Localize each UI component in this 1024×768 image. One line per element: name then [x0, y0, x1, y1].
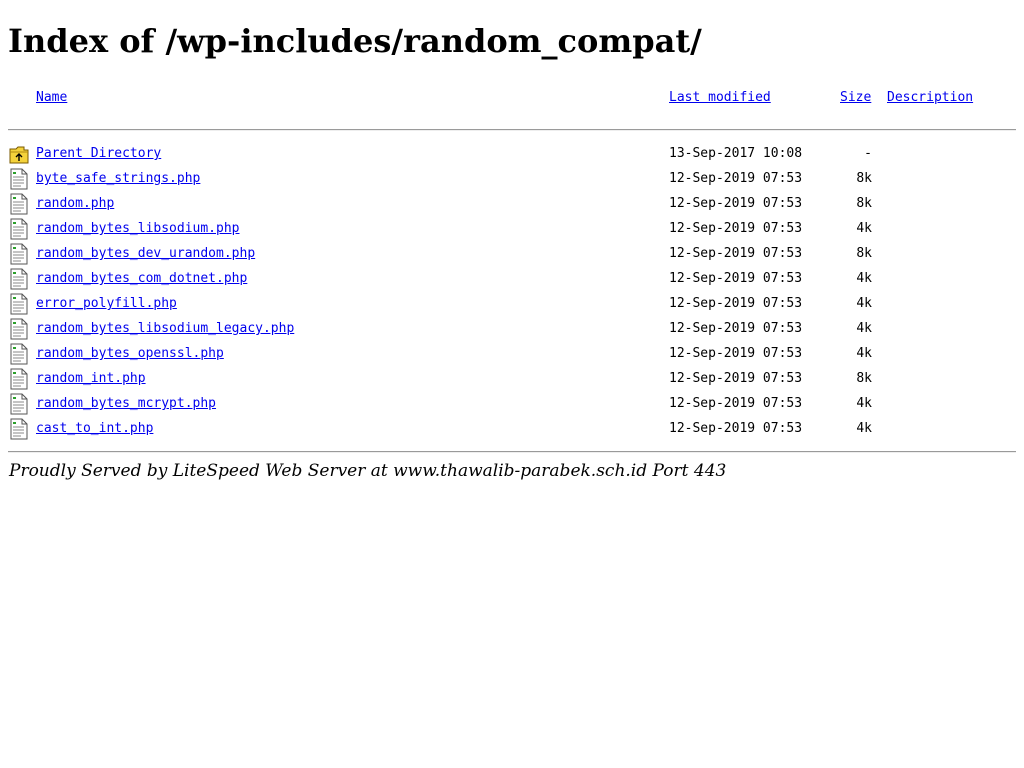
last-modified-cell: 12-Sep-2019 07:53	[669, 171, 803, 186]
text-file-icon	[9, 318, 29, 340]
column-header-size-link[interactable]: Size	[840, 89, 871, 107]
text-file-icon	[9, 418, 29, 440]
file-link[interactable]: random_int.php	[36, 370, 146, 388]
size-cell: 8k	[856, 371, 872, 386]
size-cell: 4k	[856, 321, 872, 336]
file-link[interactable]: random_bytes_mcrypt.php	[36, 395, 216, 413]
table-row: cast_to_int.php 12-Sep-2019 07:53 4k	[0, 418, 1024, 443]
file-link[interactable]: random_bytes_com_dotnet.php	[36, 270, 247, 288]
last-modified-cell: 12-Sep-2019 07:53	[669, 321, 803, 336]
column-header-name-link[interactable]: Name	[36, 89, 67, 107]
table-row: random_bytes_libsodium_legacy.php 12-Sep-…	[0, 318, 1024, 343]
table-row: random_bytes_com_dotnet.php 12-Sep-2019 0…	[0, 268, 1024, 293]
last-modified-cell: 12-Sep-2019 07:53	[669, 421, 803, 436]
column-header-last-modified-link[interactable]: Last modified	[669, 89, 771, 107]
file-link[interactable]: random_bytes_libsodium.php	[36, 220, 240, 238]
footer-divider	[8, 451, 1016, 453]
text-file-icon	[9, 293, 29, 315]
page-title: Index of /wp-includes/random_compat/	[8, 22, 702, 60]
size-cell: 4k	[856, 271, 872, 286]
size-cell: 4k	[856, 421, 872, 436]
header-divider	[8, 129, 1016, 131]
text-file-icon	[9, 268, 29, 290]
text-file-icon	[9, 368, 29, 390]
size-cell: -	[864, 146, 872, 161]
file-link[interactable]: random.php	[36, 195, 114, 213]
file-link[interactable]: random_bytes_libsodium_legacy.php	[36, 320, 294, 338]
last-modified-cell: 12-Sep-2019 07:53	[669, 246, 803, 261]
size-cell: 8k	[856, 171, 872, 186]
file-link[interactable]: random_bytes_openssl.php	[36, 345, 224, 363]
last-modified-cell: 12-Sep-2019 07:53	[669, 221, 803, 236]
table-row: random_int.php 12-Sep-2019 07:53 8k	[0, 368, 1024, 393]
text-file-icon	[9, 218, 29, 240]
last-modified-cell: 12-Sep-2019 07:53	[669, 371, 803, 386]
last-modified-cell: 13-Sep-2017 10:08	[669, 146, 803, 161]
text-file-icon	[9, 193, 29, 215]
table-row: random.php 12-Sep-2019 07:53 8k	[0, 193, 1024, 218]
text-file-icon	[9, 168, 29, 190]
last-modified-cell: 12-Sep-2019 07:53	[669, 296, 803, 311]
table-row: random_bytes_mcrypt.php 12-Sep-2019 07:53…	[0, 393, 1024, 418]
table-row: byte_safe_strings.php 12-Sep-2019 07:53 8k	[0, 168, 1024, 193]
file-link[interactable]: Parent Directory	[36, 145, 161, 163]
table-row: error_polyfill.php 12-Sep-2019 07:53 4k	[0, 293, 1024, 318]
file-link[interactable]: byte_safe_strings.php	[36, 170, 200, 188]
last-modified-cell: 12-Sep-2019 07:53	[669, 196, 803, 211]
size-cell: 4k	[856, 346, 872, 361]
folder-up-icon	[9, 143, 29, 165]
size-cell: 4k	[856, 221, 872, 236]
file-link[interactable]: cast_to_int.php	[36, 420, 153, 438]
table-row: random_bytes_openssl.php 12-Sep-2019 07:5…	[0, 343, 1024, 368]
size-cell: 8k	[856, 196, 872, 211]
table-row: random_bytes_dev_urandom.php 12-Sep-2019 …	[0, 243, 1024, 268]
last-modified-cell: 12-Sep-2019 07:53	[669, 346, 803, 361]
size-cell: 4k	[856, 296, 872, 311]
text-file-icon	[9, 393, 29, 415]
table-row: random_bytes_libsodium.php 12-Sep-2019 07…	[0, 218, 1024, 243]
file-link[interactable]: error_polyfill.php	[36, 295, 177, 313]
server-signature: Proudly Served by LiteSpeed Web Server a…	[9, 461, 727, 481]
size-cell: 4k	[856, 396, 872, 411]
table-row: Parent Directory 13-Sep-2017 10:08 -	[0, 143, 1024, 168]
text-file-icon	[9, 243, 29, 265]
last-modified-cell: 12-Sep-2019 07:53	[669, 396, 803, 411]
text-file-icon	[9, 343, 29, 365]
file-link[interactable]: random_bytes_dev_urandom.php	[36, 245, 255, 263]
last-modified-cell: 12-Sep-2019 07:53	[669, 271, 803, 286]
column-header-description-link[interactable]: Description	[887, 89, 973, 107]
size-cell: 8k	[856, 246, 872, 261]
